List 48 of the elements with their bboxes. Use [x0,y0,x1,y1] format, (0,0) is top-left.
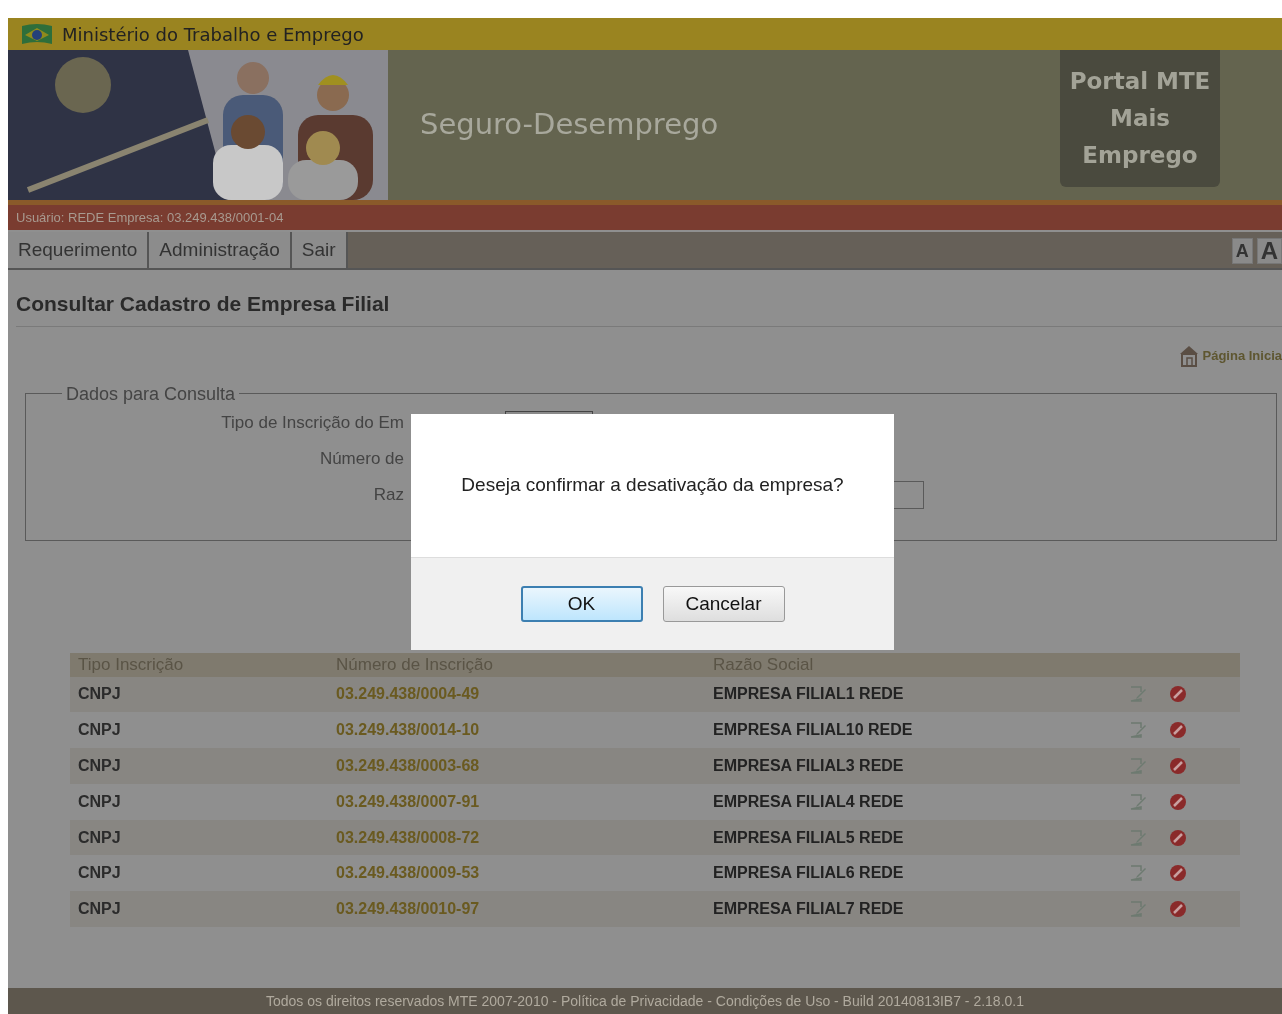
deactivate-icon[interactable] [1169,900,1187,919]
user-info: Usuário: REDE Empresa: 03.249.438/0001-04 [16,208,284,227]
deactivate-icon[interactable] [1169,864,1187,883]
deactivate-icon[interactable] [1169,828,1187,847]
registration-link[interactable]: 03.249.438/0004-49 [336,685,480,703]
registration-link[interactable]: 03.249.438/0014-10 [336,721,480,739]
deactivate-icon[interactable] [1169,685,1187,704]
page-title: Consultar Cadastro de Empresa Filial [16,288,1282,327]
deactivate-icon[interactable] [1169,792,1187,811]
home-icon [1178,344,1199,367]
field-label: Tipo de Inscrição do Em [220,411,404,434]
menu-tab[interactable]: Sair [291,232,348,268]
deactivate-icon[interactable] [1169,721,1187,740]
table-cell: CNPJ [78,685,121,703]
table-cell: CNPJ [78,757,121,774]
menu-tab[interactable]: Requerimento [8,232,150,268]
font-size-button[interactable]: A [1231,238,1253,264]
ok-button[interactable]: OK [520,586,643,622]
table-cell: EMPRESA FILIAL4 REDE [713,792,904,810]
registration-link[interactable]: 03.249.438/0007-91 [336,792,480,810]
dialog-message: Deseja confirmar a desativação da empresa? [461,473,844,498]
portal-link[interactable]: Portal MTE Mais Emprego [1060,50,1220,187]
footer-text: Todos os direitos reservados MTE 2007-2010 - Política de Privacidade - Condições de Uso - Build 20140813IB7 - 2.18.0.1 [8,988,1282,1014]
registration-link[interactable]: 03.249.438/0010-97 [336,900,480,918]
registration-link[interactable]: 03.249.438/0008-72 [336,828,480,846]
cancel-button[interactable]: Cancelar [662,586,785,622]
table-cell: EMPRESA FILIAL7 REDE [713,900,904,918]
registration-link[interactable]: 03.249.438/0003-68 [336,757,480,774]
registration-link[interactable]: 03.249.438/0009-53 [336,864,480,882]
ministry-title: Ministério do Trabalho e Emprego [62,22,364,47]
table-cell: EMPRESA FILIAL10 REDE [713,721,913,739]
system-title: Seguro-Desemprego [420,106,720,144]
table-cell: CNPJ [78,828,121,846]
table-cell: EMPRESA FILIAL1 REDE [713,685,904,703]
font-size-button[interactable]: A [1256,238,1282,264]
table-cell: CNPJ [78,721,121,739]
home-link[interactable]: Página Inicia [8,344,1282,367]
deactivate-icon[interactable] [1169,757,1187,775]
table-cell: EMPRESA FILIAL6 REDE [713,864,904,882]
table-cell: CNPJ [78,864,121,882]
table-cell: CNPJ [78,792,121,810]
flag-icon [20,22,54,46]
table-cell: EMPRESA FILIAL3 REDE [713,757,904,774]
field-label: Raz [372,483,404,506]
menu-tab[interactable]: Administração [149,232,292,268]
table-cell: CNPJ [78,900,121,918]
field-label: Número de [318,447,404,470]
table-cell: EMPRESA FILIAL5 REDE [713,828,904,846]
